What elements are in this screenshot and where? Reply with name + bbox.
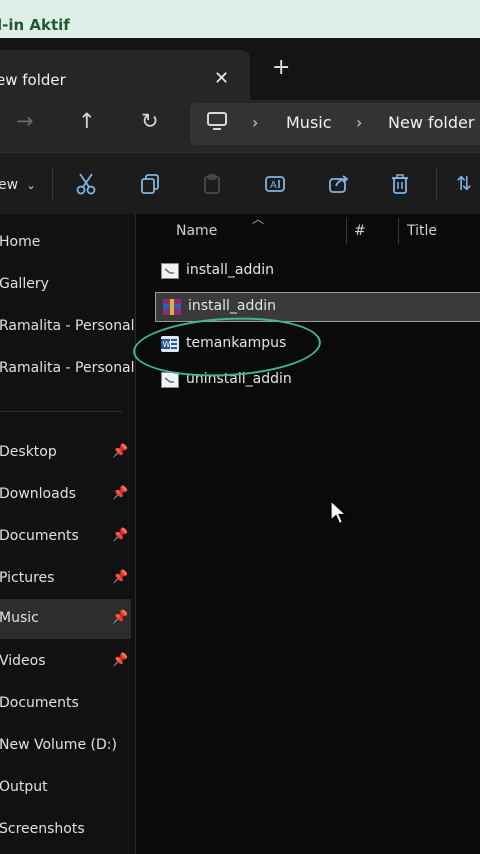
script-file-icon (161, 263, 179, 279)
pin-icon[interactable]: 📌 (112, 570, 128, 585)
sidebar-item-videos[interactable]: Videos 📌 (0, 642, 131, 682)
chevron-down-icon: ⌄ (26, 179, 36, 192)
column-header-number[interactable]: # (354, 223, 366, 239)
column-divider[interactable] (398, 218, 399, 244)
address-bar[interactable]: › Music › New folder (190, 103, 480, 145)
archive-file-icon (163, 299, 181, 315)
file-name: install_addin (186, 262, 275, 278)
tab-bar: ew folder ✕ + (0, 38, 480, 100)
sidebar-item-label: Home (0, 234, 41, 250)
pin-icon[interactable]: 📌 (112, 528, 128, 543)
pin-icon[interactable]: 📌 (112, 610, 128, 625)
pin-icon[interactable]: 📌 (112, 653, 128, 668)
address-row: → ↑ ↻ › Music › New folder (0, 100, 480, 152)
sidebar-item-label: Gallery (0, 276, 49, 292)
navigation-pane: Home Gallery Ramalita - Personal Ramalit… (0, 214, 136, 854)
command-bar: ew ⌄ A ⇅ (0, 152, 480, 215)
file-name: install_addin (188, 298, 277, 314)
toolbar-divider (52, 167, 53, 201)
toolbar-divider (436, 167, 437, 201)
close-icon[interactable]: ✕ (214, 68, 229, 89)
chevron-right-icon: › (356, 113, 363, 132)
sidebar-item-label: Ramalita - Personal (0, 360, 135, 376)
banner-text: l-in Aktif (0, 16, 70, 34)
file-row-selected[interactable]: install_addin (155, 292, 480, 322)
sidebar-item-documents-folder[interactable]: Documents (0, 684, 131, 724)
copy-icon[interactable] (140, 173, 160, 200)
sidebar-item-label: Documents (0, 695, 79, 711)
paste-icon[interactable] (202, 173, 222, 200)
sidebar-item-label: Desktop (0, 444, 57, 460)
sidebar-item-label: Videos (0, 653, 46, 669)
activation-banner: l-in Aktif (0, 0, 480, 38)
sidebar-item-label: Music (0, 610, 39, 626)
delete-icon[interactable] (390, 173, 410, 200)
rename-icon[interactable]: A (264, 173, 286, 200)
new-button-label: ew (0, 177, 19, 193)
mouse-cursor-icon (330, 499, 348, 530)
sidebar-item-desktop[interactable]: Desktop 📌 (0, 433, 131, 473)
sidebar-item-output[interactable]: Output (0, 768, 131, 808)
plus-icon[interactable]: + (272, 55, 290, 80)
computer-icon (206, 111, 228, 135)
arrow-up-icon[interactable]: ↑ (78, 109, 96, 133)
sidebar-item-home[interactable]: Home (0, 223, 131, 263)
sidebar-item-label: Downloads (0, 486, 76, 502)
script-file-icon (161, 372, 179, 388)
chevron-right-icon: › (252, 113, 259, 132)
file-list: ︿ Name # Title install_addin install_add… (136, 212, 480, 854)
file-row[interactable]: install_addin (154, 257, 480, 287)
sidebar-item-label: Screenshots (0, 821, 85, 837)
sidebar-item-label: Pictures (0, 570, 55, 586)
column-header-name[interactable]: Name (176, 223, 217, 239)
sidebar-item-documents[interactable]: Documents 📌 (0, 517, 131, 557)
svg-text:A: A (270, 180, 277, 191)
column-divider[interactable] (346, 218, 347, 244)
breadcrumb-new-folder[interactable]: New folder (388, 113, 474, 132)
pin-icon[interactable]: 📌 (112, 444, 128, 459)
sidebar-item-pictures[interactable]: Pictures 📌 (0, 559, 131, 599)
new-button[interactable]: ew ⌄ (0, 177, 36, 193)
sidebar-item-onedrive-2[interactable]: Ramalita - Personal (0, 349, 135, 389)
sidebar-item-downloads[interactable]: Downloads 📌 (0, 475, 131, 515)
tab-new-folder[interactable]: ew folder ✕ (0, 50, 250, 100)
sidebar-item-onedrive-1[interactable]: Ramalita - Personal (0, 307, 135, 347)
sidebar-item-screenshots[interactable]: Screenshots (0, 810, 131, 850)
tab-title: ew folder (0, 71, 66, 89)
sidebar-item-gallery[interactable]: Gallery (0, 265, 131, 305)
sidebar-item-label: Ramalita - Personal (0, 318, 135, 334)
cut-icon[interactable] (76, 173, 96, 200)
sidebar-item-label: Output (0, 779, 48, 795)
share-icon[interactable] (328, 173, 350, 200)
sidebar-item-label: New Volume (D:) (0, 737, 117, 753)
sidebar-divider (0, 411, 122, 412)
refresh-icon[interactable]: ↻ (141, 109, 159, 133)
sidebar-item-label: Documents (0, 528, 79, 544)
sort-ascending-icon: ︿ (252, 212, 265, 226)
column-header-title[interactable]: Title (407, 223, 437, 239)
sidebar-item-music[interactable]: Music 📌 (0, 599, 131, 639)
sidebar-item-new-volume[interactable]: New Volume (D:) (0, 726, 131, 766)
breadcrumb-music[interactable]: Music (286, 113, 332, 132)
pin-icon[interactable]: 📌 (112, 486, 128, 501)
sort-icon[interactable]: ⇅ (456, 173, 472, 195)
arrow-right-icon[interactable]: → (16, 109, 34, 133)
